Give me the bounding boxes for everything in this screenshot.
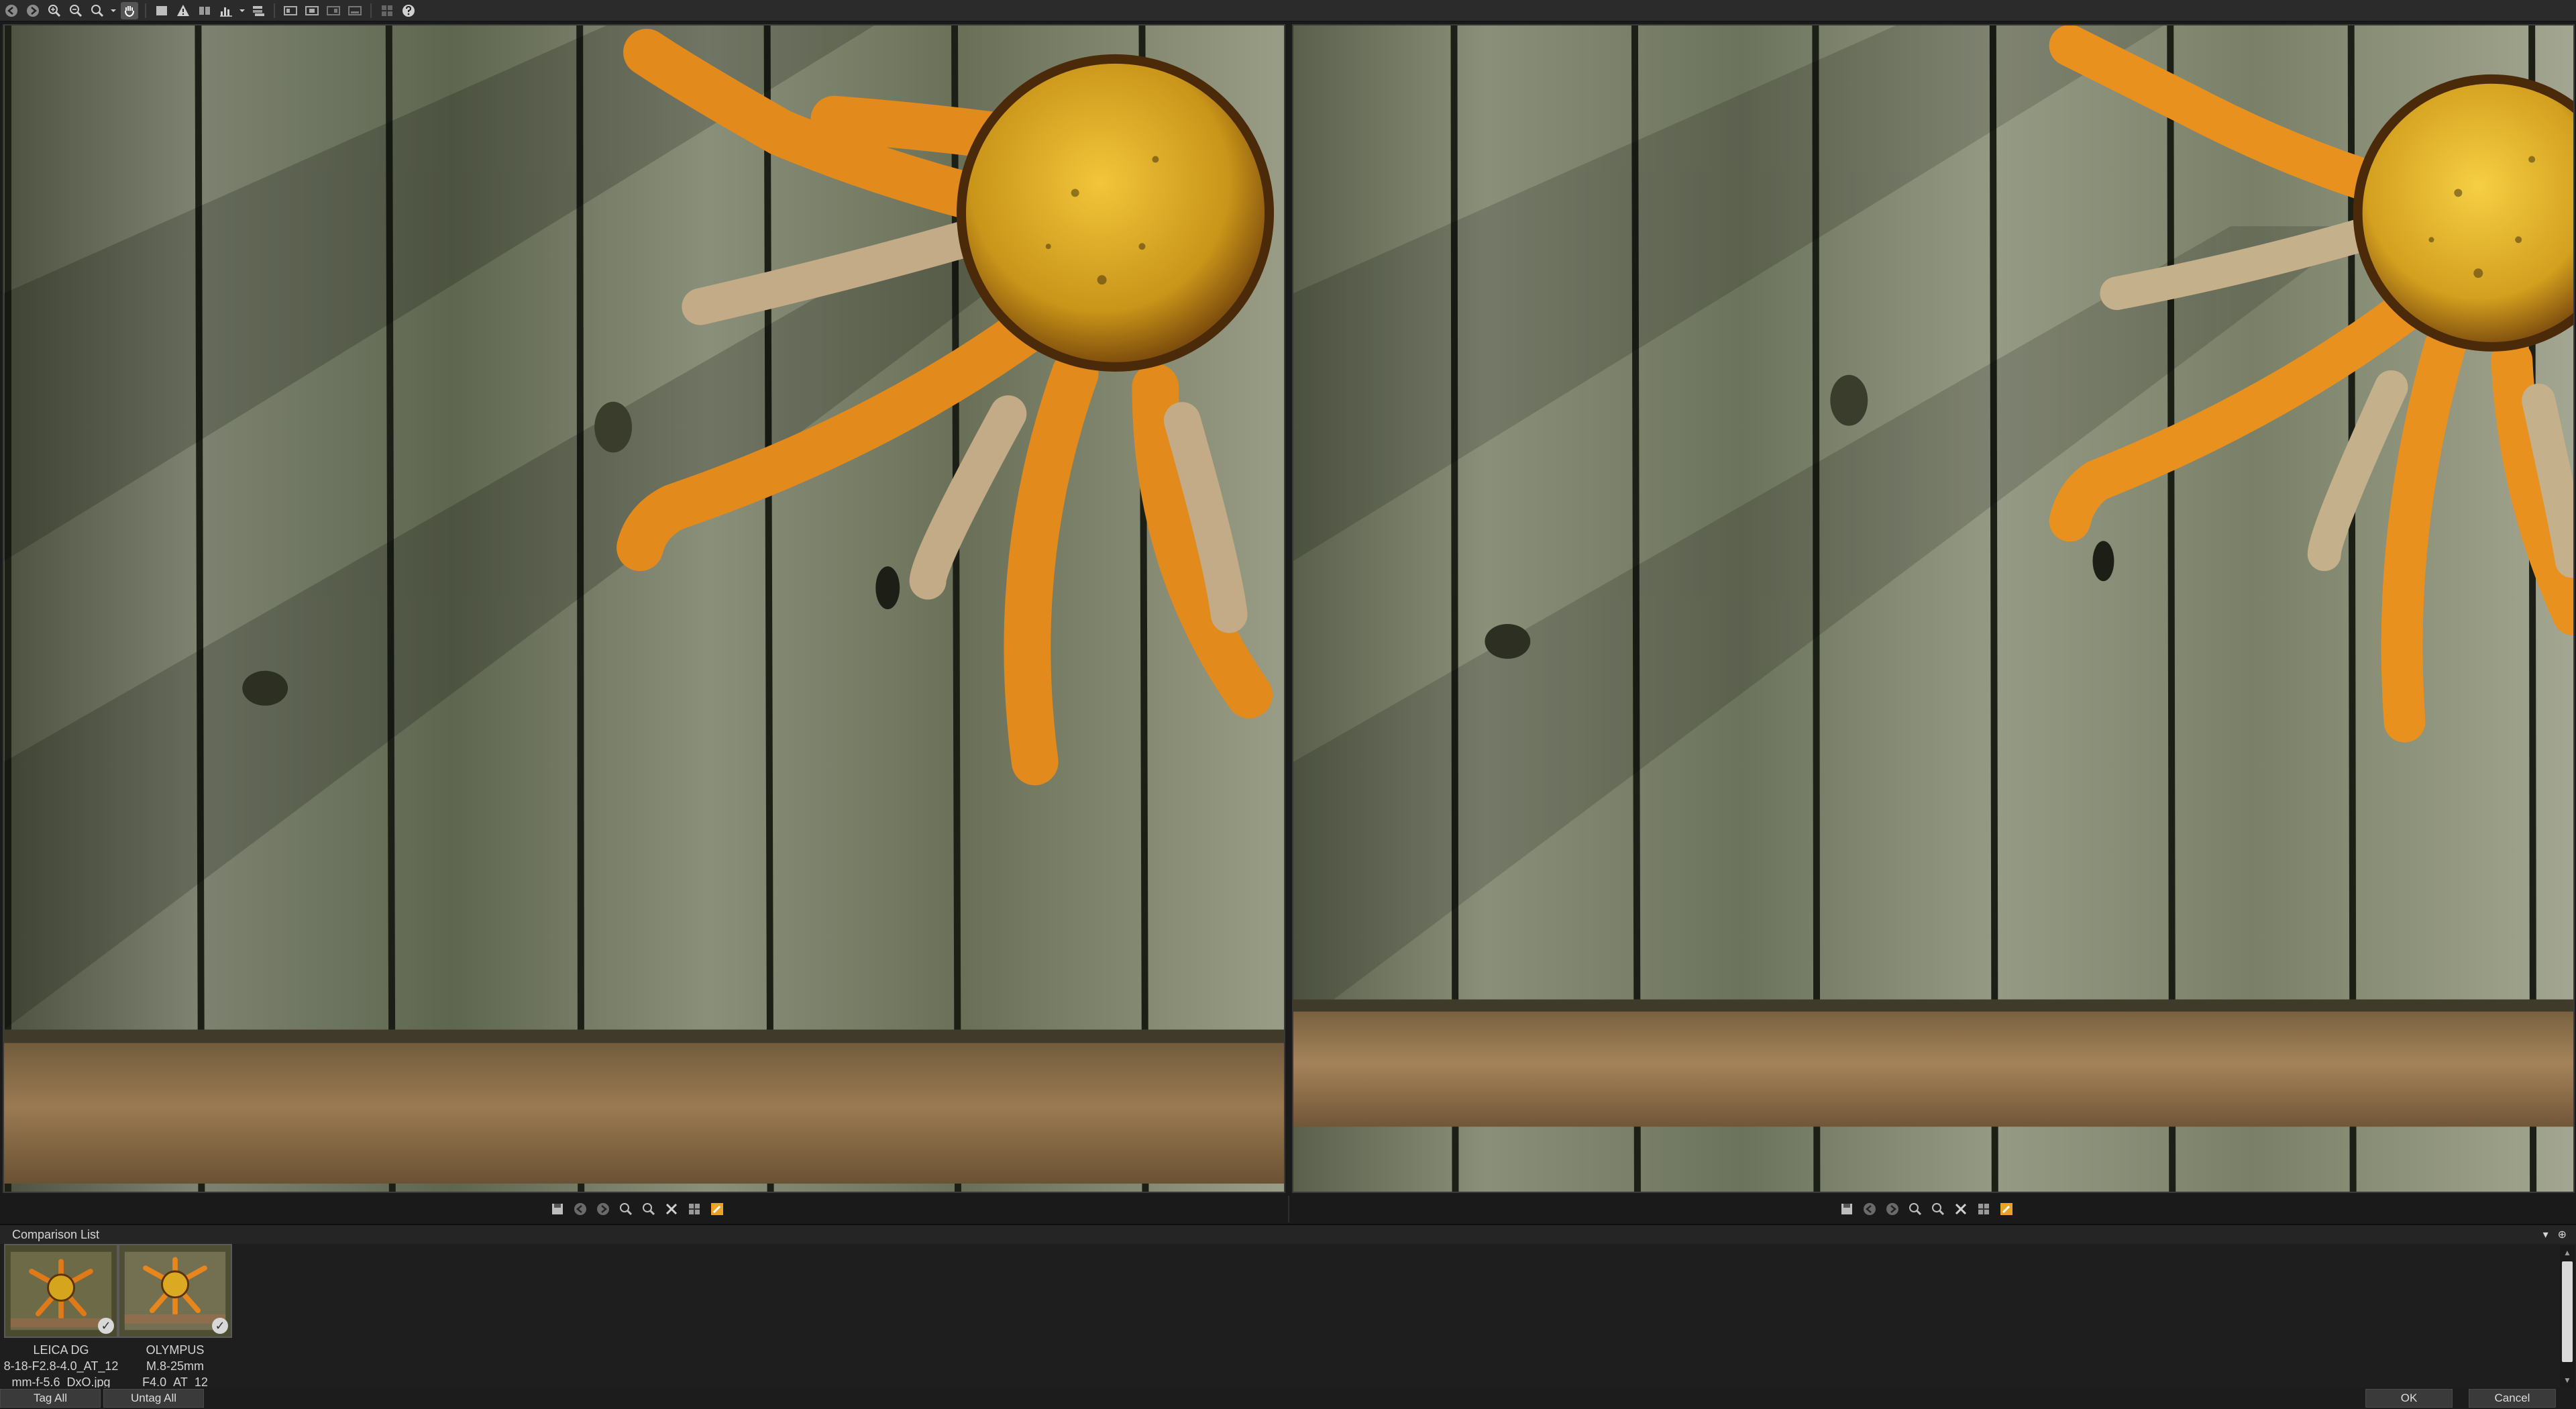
comparison-list-title: Comparison List bbox=[12, 1227, 100, 1241]
hand-tool-icon[interactable] bbox=[121, 1, 138, 19]
close-icon[interactable] bbox=[663, 1200, 680, 1218]
scroll-down-icon[interactable]: ▼ bbox=[2560, 1373, 2575, 1388]
stack-icon[interactable] bbox=[250, 2, 267, 19]
tag-all-button[interactable]: Tag All bbox=[0, 1389, 101, 1408]
comparison-list-scrollbar[interactable]: ▲ ▼ bbox=[2560, 1245, 2575, 1388]
cancel-button[interactable]: Cancel bbox=[2469, 1389, 2556, 1408]
panel-options-icon[interactable]: ▾ bbox=[2543, 1228, 2548, 1241]
pane-layout-2-icon[interactable] bbox=[303, 2, 321, 19]
main-toolbar bbox=[0, 0, 2576, 21]
fence-sun-photo-right bbox=[1293, 25, 2573, 1192]
next-icon[interactable] bbox=[1884, 1200, 1901, 1218]
zoom-menu-icon[interactable] bbox=[110, 2, 117, 19]
grid-icon[interactable] bbox=[378, 2, 396, 19]
right-pane-toolbar bbox=[1838, 1197, 2015, 1221]
right-image-pane[interactable] bbox=[1292, 24, 2575, 1193]
pane-toolbar-divider bbox=[1288, 1196, 1289, 1222]
comparison-list-controls: ▾ ⊕ bbox=[2543, 1225, 2567, 1244]
next-icon[interactable] bbox=[594, 1200, 612, 1218]
zoom-out-icon[interactable] bbox=[640, 1200, 657, 1218]
zoom-in-icon[interactable] bbox=[617, 1200, 635, 1218]
caption-line: LEICA DG bbox=[33, 1343, 89, 1357]
bottom-button-bar: Tag All Untag All OK Cancel bbox=[0, 1388, 2576, 1409]
caption-line: 8-18-F2.8-4.0_AT_12 bbox=[3, 1359, 119, 1373]
thumbnail-caption: LEICA DG 8-18-F2.8-4.0_AT_12 mm-f-5.6_Dx… bbox=[0, 1342, 125, 1390]
caption-line: OLYMPUS bbox=[146, 1343, 205, 1357]
forward-icon[interactable] bbox=[24, 2, 42, 19]
edit-icon[interactable] bbox=[708, 1200, 726, 1218]
pin-icon[interactable]: ⊕ bbox=[2558, 1228, 2567, 1241]
zoom-in-icon[interactable] bbox=[1907, 1200, 1924, 1218]
thumbnail-caption: OLYMPUS M.8-25mm F4.0_AT_12 bbox=[111, 1342, 239, 1390]
zoom-out-icon[interactable] bbox=[1929, 1200, 1947, 1218]
compare-icon[interactable] bbox=[1975, 1200, 1992, 1218]
save-icon[interactable] bbox=[1838, 1200, 1856, 1218]
edit-icon[interactable] bbox=[1998, 1200, 2015, 1218]
compare-view-icon[interactable] bbox=[196, 2, 213, 19]
checked-icon[interactable]: ✓ bbox=[212, 1318, 228, 1334]
help-icon[interactable] bbox=[400, 2, 417, 19]
comparison-list-header: Comparison List ▾ ⊕ bbox=[0, 1225, 2576, 1244]
zoom-in-icon[interactable] bbox=[46, 2, 63, 19]
single-view-icon[interactable] bbox=[153, 2, 170, 19]
save-icon[interactable] bbox=[549, 1200, 566, 1218]
previous-icon[interactable] bbox=[1861, 1200, 1878, 1218]
thumbnail[interactable]: ✓ bbox=[118, 1244, 232, 1338]
histogram-menu-icon[interactable] bbox=[239, 2, 246, 19]
left-image-pane[interactable] bbox=[3, 24, 1285, 1193]
caption-line: M.8-25mm bbox=[146, 1359, 204, 1373]
close-icon[interactable] bbox=[1952, 1200, 1970, 1218]
pane-layout-4-icon[interactable] bbox=[346, 2, 364, 19]
scrollbar-thumb[interactable] bbox=[2562, 1261, 2573, 1362]
zoom-fit-icon[interactable] bbox=[89, 2, 106, 19]
histogram-icon[interactable] bbox=[217, 2, 235, 19]
toolbar-divider bbox=[370, 3, 372, 18]
left-pane-toolbar bbox=[549, 1197, 726, 1221]
pane-layout-3-icon[interactable] bbox=[325, 2, 342, 19]
toolbar-divider bbox=[274, 3, 275, 18]
untag-all-button[interactable]: Untag All bbox=[103, 1389, 204, 1408]
warning-icon[interactable] bbox=[174, 2, 192, 19]
pane-layout-1-icon[interactable] bbox=[282, 2, 299, 19]
checked-icon[interactable]: ✓ bbox=[98, 1318, 114, 1334]
zoom-out-icon[interactable] bbox=[67, 2, 85, 19]
comparison-list: ✓ LEICA DG 8-18-F2.8-4.0_AT_12 mm-f-5.6_… bbox=[0, 1244, 2576, 1390]
compare-window: Comparison List ▾ ⊕ ✓ LEICA DG 8-18-F2.8… bbox=[0, 0, 2576, 1409]
scroll-up-icon[interactable]: ▲ bbox=[2560, 1245, 2575, 1260]
back-icon[interactable] bbox=[3, 2, 20, 19]
previous-icon[interactable] bbox=[572, 1200, 589, 1218]
fence-sun-photo-left bbox=[4, 25, 1284, 1192]
toolbar-divider bbox=[145, 3, 146, 18]
ok-button[interactable]: OK bbox=[2365, 1389, 2453, 1408]
compare-icon[interactable] bbox=[686, 1200, 703, 1218]
thumbnail[interactable]: ✓ bbox=[4, 1244, 118, 1338]
